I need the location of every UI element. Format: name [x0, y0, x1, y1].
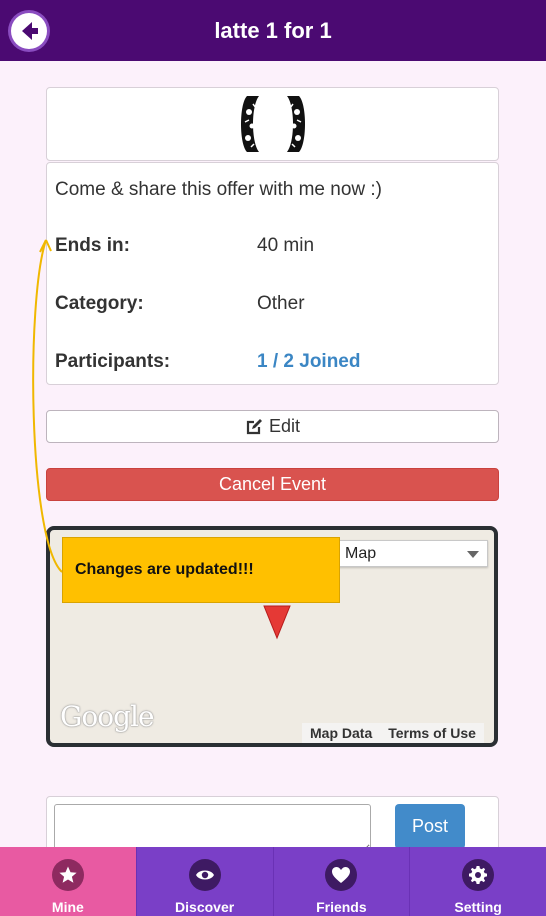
map-type-select[interactable]: Map: [336, 540, 488, 567]
ends-in-value: 40 min: [257, 235, 315, 256]
category-value: Other: [257, 293, 305, 314]
event-details-card: Come & share this offer with me now :) E…: [46, 162, 499, 385]
app-header: latte 1 for 1: [0, 0, 546, 61]
event-description: Come & share this offer with me now :): [55, 179, 382, 200]
edit-icon: [246, 418, 262, 434]
edit-button[interactable]: Edit: [46, 410, 499, 443]
back-button[interactable]: [8, 10, 50, 52]
terms-of-use-link[interactable]: Terms of Use: [380, 725, 484, 741]
map-type-value: Map: [345, 545, 377, 562]
nav-label-mine: Mine: [51, 899, 84, 915]
nav-label-friends: Friends: [316, 899, 367, 915]
category-label: Category:: [55, 293, 144, 314]
chevron-down-icon: [467, 551, 479, 558]
participants-link[interactable]: 1 / 2 Joined: [257, 351, 360, 373]
bottom-nav: Mine Discover Friends Setting: [0, 847, 546, 916]
toast-message: Changes are updated!!!: [62, 537, 340, 603]
heart-icon: [325, 859, 358, 891]
page-title: latte 1 for 1: [214, 17, 332, 43]
star-icon: [51, 859, 84, 891]
google-logo: Google: [60, 700, 155, 733]
nav-label-discover: Discover: [175, 899, 235, 915]
map-footer: Map Data Terms of Use: [302, 723, 484, 743]
nav-label-setting: Setting: [454, 899, 502, 915]
event-image-card: [46, 87, 499, 161]
nav-item-friends[interactable]: Friends: [274, 847, 411, 916]
arrow-left-icon: [11, 13, 47, 49]
participants-label: Participants:: [55, 351, 171, 372]
cancel-event-button[interactable]: Cancel Event: [46, 468, 499, 501]
map-pin-icon[interactable]: [262, 604, 292, 640]
nav-item-mine[interactable]: Mine: [0, 847, 137, 916]
edit-button-label: Edit: [268, 416, 301, 436]
gear-icon: [462, 859, 495, 891]
nav-item-discover[interactable]: Discover: [137, 847, 274, 916]
event-image: [240, 96, 305, 152]
nav-item-setting[interactable]: Setting: [410, 847, 546, 916]
eye-icon: [188, 859, 221, 891]
ends-in-label: Ends in:: [55, 235, 130, 256]
post-button[interactable]: Post: [395, 804, 465, 849]
map-data-link[interactable]: Map Data: [302, 725, 380, 741]
